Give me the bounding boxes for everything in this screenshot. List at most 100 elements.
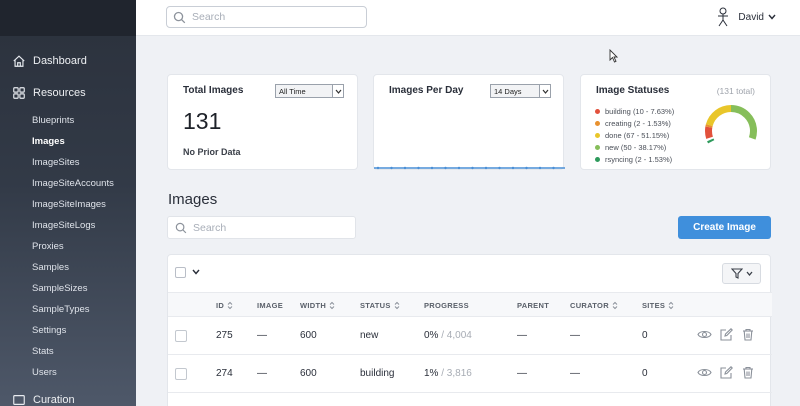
sidebar-item-sampletypes[interactable]: SampleTypes <box>0 299 136 320</box>
user-menu[interactable]: David <box>716 6 776 28</box>
sidebar-item-curation[interactable]: Curation <box>0 389 136 406</box>
sidebar-item-imagesiteaccounts[interactable]: ImageSiteAccounts <box>0 173 136 194</box>
mouse-cursor-icon <box>609 49 618 63</box>
legend-item: done (67 - 51.15%) <box>595 129 674 141</box>
filter-button[interactable] <box>722 263 761 284</box>
images-per-day-title: Images Per Day <box>389 85 464 96</box>
sparkline-point <box>471 166 474 170</box>
sort-icon <box>227 301 233 310</box>
status-donut-chart <box>705 105 757 157</box>
sidebar-item-samplesizes[interactable]: SampleSizes <box>0 278 136 299</box>
column-header-label: STATUS <box>360 301 391 310</box>
top-search-box[interactable] <box>166 6 367 28</box>
legend-item: new (50 - 38.17%) <box>595 141 674 153</box>
sidebar-item-images[interactable]: Images <box>0 131 136 152</box>
grid-icon <box>13 87 25 99</box>
cell-id: 274 <box>216 368 233 379</box>
progress-total: / 4,004 <box>441 330 472 341</box>
cell-sites: 0 <box>642 330 648 341</box>
column-header-label: SITES <box>642 301 666 310</box>
sidebar-item-stats[interactable]: Stats <box>0 341 136 362</box>
column-header-id[interactable]: ID <box>216 301 233 310</box>
cell-progress: 0% / 4,004 <box>424 330 472 341</box>
cell-progress: 1% / 3,816 <box>424 368 472 379</box>
sort-icon <box>394 301 400 310</box>
sparkline-point <box>511 166 515 170</box>
cell-width: 600 <box>300 330 317 341</box>
column-header-status[interactable]: STATUS <box>360 301 400 310</box>
create-image-button[interactable]: Create Image <box>678 216 771 239</box>
image-statuses-title: Image Statuses <box>596 85 670 96</box>
column-header-curator[interactable]: CURATOR <box>570 301 618 310</box>
legend-label: new (50 - 38.17%) <box>605 142 667 152</box>
legend-dot <box>595 144 600 150</box>
image-statuses-total: (131 total) <box>716 86 755 96</box>
total-range-value: All Time <box>279 86 306 96</box>
legend-item: rsyncing (2 - 1.53%) <box>595 153 674 165</box>
images-search-input[interactable] <box>193 221 353 234</box>
table-row[interactable]: 274 — 600 building 1% / 3,816 — — 0 <box>168 355 772 393</box>
column-header-label: ID <box>216 301 225 310</box>
sidebar-item-dashboard[interactable]: Dashboard <box>0 50 136 72</box>
sparkline-point <box>417 166 420 170</box>
sidebar-item-blueprints[interactable]: Blueprints <box>0 110 136 131</box>
cell-curator: — <box>570 368 580 379</box>
images-table: ID IMAGE WIDTH STATUS PROGRESS PARENT CURATOR S… <box>167 254 772 406</box>
sparkline-point <box>552 166 555 170</box>
sidebar-item-proxies[interactable]: Proxies <box>0 236 136 257</box>
chevron-down-icon[interactable] <box>192 269 200 275</box>
cell-parent: — <box>517 368 527 379</box>
sidebar-item-imagesites[interactable]: ImageSites <box>0 152 136 173</box>
row-checkbox[interactable] <box>175 368 187 380</box>
row-checkbox[interactable] <box>175 330 187 342</box>
column-header-progress: PROGRESS <box>424 301 469 310</box>
user-name: David <box>738 11 764 23</box>
sort-icon <box>329 301 335 310</box>
view-eye-icon[interactable] <box>697 366 712 379</box>
sparkline-point <box>457 166 461 170</box>
edit-icon[interactable] <box>720 328 733 341</box>
sort-icon <box>668 301 674 310</box>
sidebar-item-imagesitelogs[interactable]: ImageSiteLogs <box>0 215 136 236</box>
column-header-image: IMAGE <box>257 301 283 310</box>
view-eye-icon[interactable] <box>697 328 712 341</box>
legend-dot <box>595 108 600 114</box>
legend-label: rsyncing (2 - 1.53%) <box>605 154 673 164</box>
total-range-select[interactable]: All Time <box>275 84 344 98</box>
filter-icon <box>730 268 743 279</box>
legend-label: done (67 - 51.15%) <box>605 130 670 140</box>
sparkline-point <box>403 166 407 170</box>
sidebar-item-imagesiteimages[interactable]: ImageSiteImages <box>0 194 136 215</box>
sidebar-item-users[interactable]: Users <box>0 362 136 383</box>
edit-icon[interactable] <box>720 366 733 379</box>
table-row[interactable]: 275 — 600 new 0% / 4,004 — — 0 <box>168 317 772 355</box>
image-statuses-card: Image Statuses (131 total) building (10 … <box>580 74 771 170</box>
trash-icon[interactable] <box>742 366 754 379</box>
legend-item: creating (2 - 1.53%) <box>595 117 674 129</box>
sidebar-item-resources[interactable]: Resources <box>0 82 136 104</box>
column-header-sites[interactable]: SITES <box>642 301 674 310</box>
top-search-input[interactable] <box>192 11 352 23</box>
chevron-down-icon <box>768 14 776 20</box>
select-all-checkbox[interactable] <box>175 267 186 278</box>
sidebar-item-samples[interactable]: Samples <box>0 257 136 278</box>
legend-dot <box>595 132 600 138</box>
sparkline-point <box>498 166 501 170</box>
sparkline-point <box>430 166 434 170</box>
home-icon <box>13 55 25 67</box>
per-day-range-select[interactable]: 14 Days <box>490 84 551 98</box>
sort-icon <box>612 301 618 310</box>
sidebar: Dashboard Resources Blueprints Images Imag… <box>0 0 136 406</box>
column-header-width[interactable]: WIDTH <box>300 301 335 310</box>
sparkline-point <box>525 166 528 170</box>
sidebar-resources-label: Resources <box>33 87 86 99</box>
sidebar-item-settings[interactable]: Settings <box>0 320 136 341</box>
trash-icon[interactable] <box>742 328 754 341</box>
user-avatar-icon <box>718 7 729 27</box>
column-header-label: PARENT <box>517 301 550 310</box>
images-search-box[interactable] <box>167 216 356 239</box>
sidebar-brand <box>0 0 136 36</box>
cell-width: 600 <box>300 368 317 379</box>
sidebar-items: Blueprints Images ImageSites ImageSiteAccou… <box>0 110 136 383</box>
column-header-label: WIDTH <box>300 301 327 310</box>
